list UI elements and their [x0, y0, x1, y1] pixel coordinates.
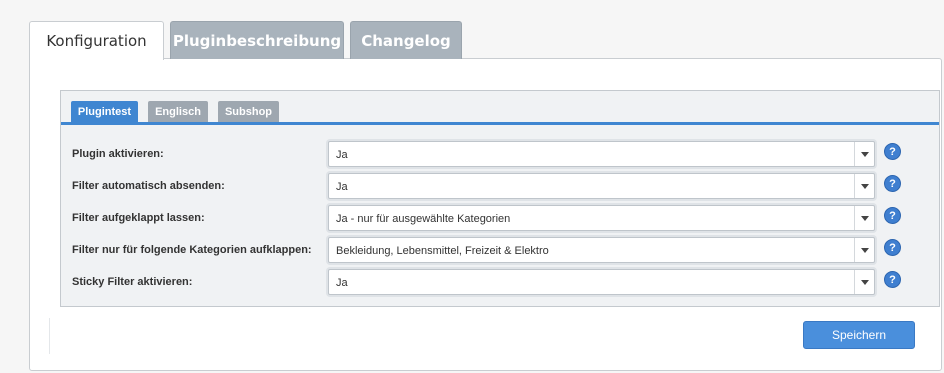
- field-label: Filter automatisch absenden:: [72, 180, 225, 192]
- filter-automatisch-absenden-select[interactable]: Ja: [328, 173, 875, 199]
- filter-aufgeklappt-lassen-select[interactable]: Ja - nur für ausgewählte Kategorien: [328, 205, 875, 231]
- chevron-down-icon[interactable]: [854, 238, 874, 262]
- help-icon[interactable]: ?: [884, 143, 901, 160]
- select-value: Ja - nur für ausgewählte Kategorien: [336, 213, 511, 225]
- help-icon[interactable]: ?: [884, 239, 901, 256]
- chevron-down-icon[interactable]: [854, 174, 874, 198]
- select-value: Ja: [336, 277, 348, 289]
- chevron-down-icon[interactable]: [854, 206, 874, 230]
- save-button[interactable]: Speichern: [803, 321, 915, 349]
- field-label: Plugin aktivieren:: [72, 148, 164, 160]
- kategorien-aufklappen-select[interactable]: Bekleidung, Lebensmittel, Freizeit & Ele…: [328, 237, 875, 263]
- help-icon[interactable]: ?: [884, 175, 901, 192]
- tab-changelog[interactable]: Changelog: [350, 21, 462, 59]
- form-row-filter-automatisch-absenden: Filter automatisch absenden: Ja ?: [61, 173, 939, 201]
- tab-pluginbeschreibung[interactable]: Pluginbeschreibung: [170, 21, 344, 59]
- subtab-subshop[interactable]: Subshop: [218, 101, 279, 122]
- chevron-down-icon[interactable]: [854, 142, 874, 166]
- tab-underline: [61, 122, 939, 125]
- divider: [49, 318, 50, 354]
- plugin-aktivieren-select[interactable]: Ja: [328, 141, 875, 167]
- subtab-englisch[interactable]: Englisch: [148, 101, 208, 122]
- help-icon[interactable]: ?: [884, 207, 901, 224]
- subtab-plugintest[interactable]: Plugintest: [71, 101, 138, 122]
- form-row-kategorien-aufklappen: Filter nur für folgende Kategorien aufkl…: [61, 237, 939, 265]
- tab-konfiguration[interactable]: Konfiguration: [29, 21, 164, 60]
- select-value: Bekleidung, Lebensmittel, Freizeit & Ele…: [336, 245, 549, 257]
- form-row-sticky-filter-aktivieren: Sticky Filter aktivieren: Ja ?: [61, 269, 939, 297]
- sticky-filter-aktivieren-select[interactable]: Ja: [328, 269, 875, 295]
- field-label: Sticky Filter aktivieren:: [72, 276, 193, 288]
- select-value: Ja: [336, 149, 348, 161]
- field-label: Filter aufgeklappt lassen:: [72, 212, 205, 224]
- chevron-down-icon[interactable]: [854, 270, 874, 294]
- help-icon[interactable]: ?: [884, 271, 901, 288]
- select-value: Ja: [336, 181, 348, 193]
- form-row-filter-aufgeklappt-lassen: Filter aufgeklappt lassen: Ja - nur für …: [61, 205, 939, 233]
- field-label: Filter nur für folgende Kategorien aufkl…: [72, 244, 312, 256]
- form-row-plugin-aktivieren: Plugin aktivieren: Ja ?: [61, 141, 939, 169]
- shop-settings-panel: Plugintest Englisch Subshop Plugin aktiv…: [60, 90, 940, 307]
